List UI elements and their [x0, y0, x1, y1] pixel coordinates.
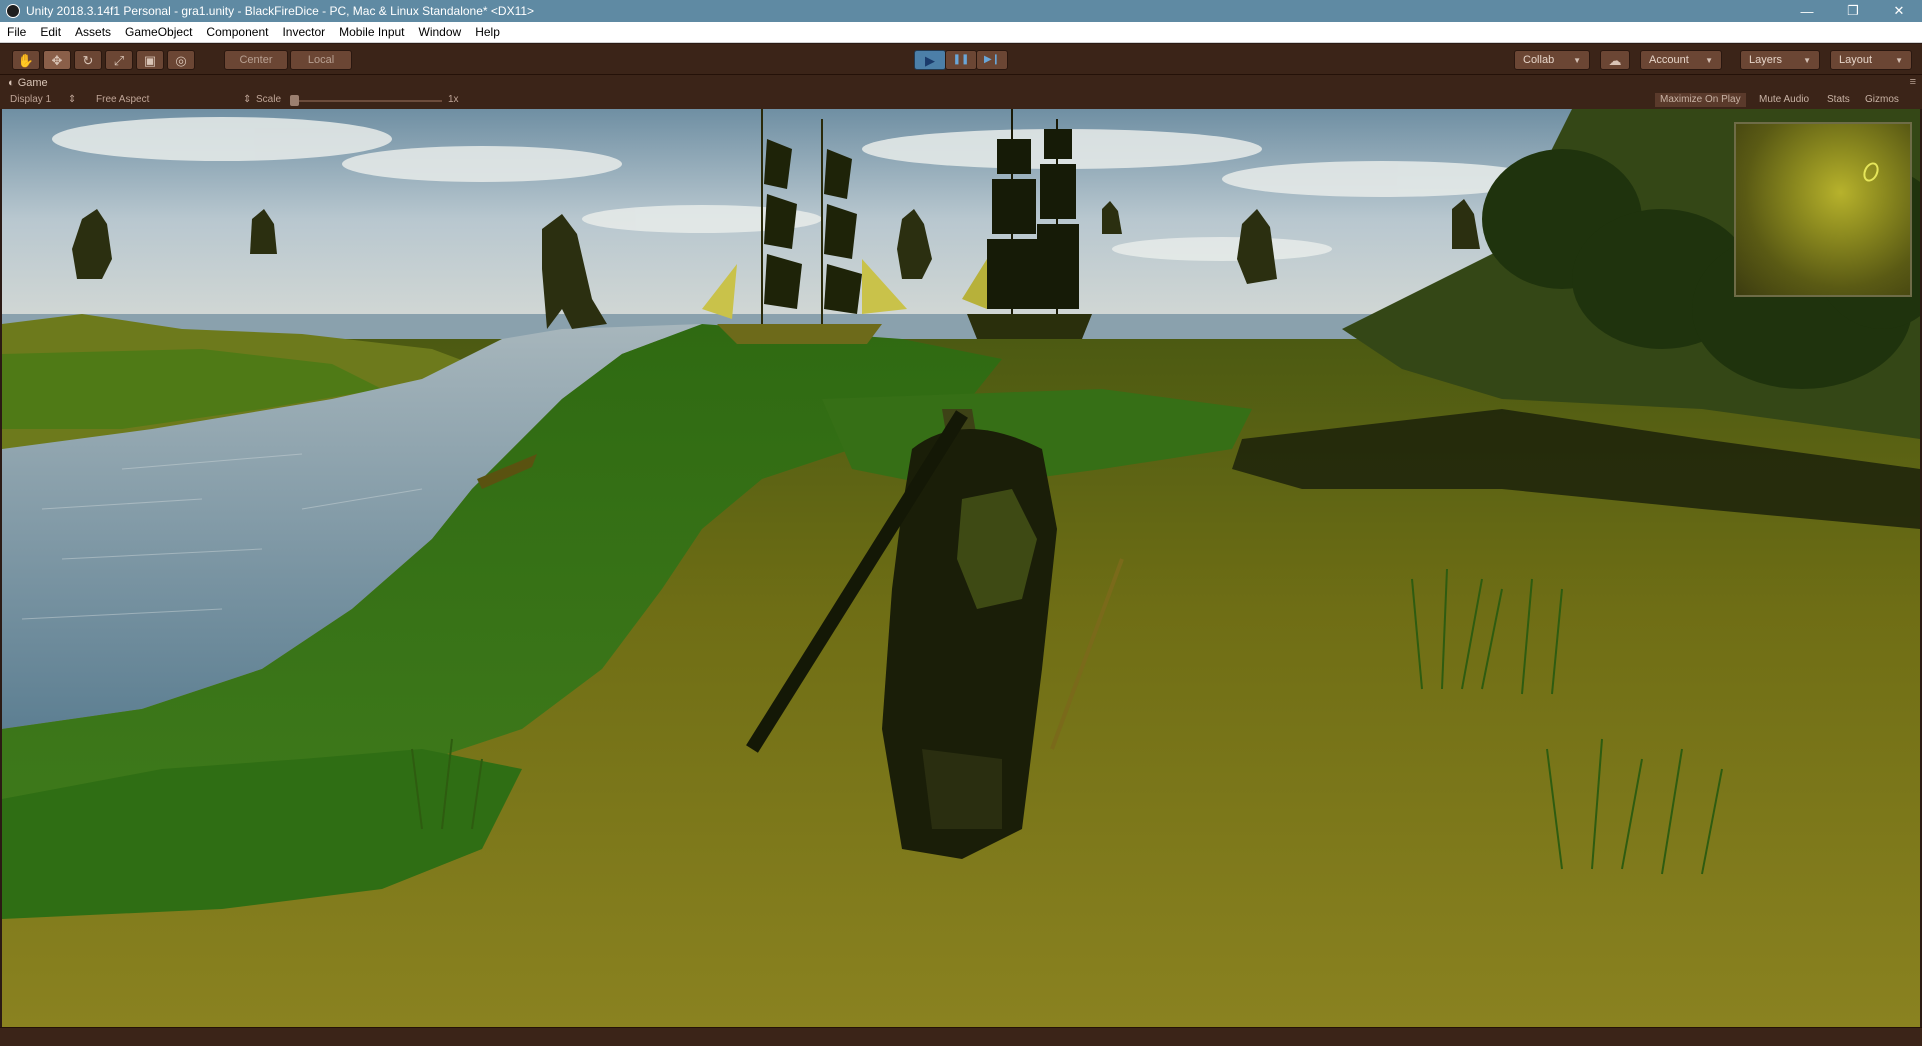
game-tab-label: Game: [17, 77, 48, 89]
rect-icon: ▣: [143, 52, 157, 68]
stats-toggle[interactable]: Stats: [1822, 93, 1855, 107]
chevron-down-icon: ▼: [1803, 55, 1811, 65]
rect-tool-button[interactable]: ▣: [136, 50, 164, 70]
game-tab-bar: ◐ Game ≡: [0, 74, 1922, 92]
chevron-updown-icon: ⇕: [243, 94, 252, 105]
menu-edit[interactable]: Edit: [33, 22, 68, 43]
menu-assets[interactable]: Assets: [68, 22, 118, 43]
layout-dropdown[interactable]: Layout ▼: [1830, 50, 1912, 70]
hand-icon: ✋: [17, 52, 35, 68]
chevron-down-icon: ▼: [1895, 55, 1903, 65]
pivot-rotation-label: Local: [307, 54, 335, 66]
rotate-tool-button[interactable]: ↻: [74, 50, 102, 70]
minimize-button[interactable]: —: [1784, 0, 1830, 22]
unity-logo-icon: [6, 4, 20, 18]
layers-label: Layers: [1749, 54, 1783, 66]
cloud-button[interactable]: ☁: [1600, 50, 1630, 70]
scale-label: Scale: [256, 94, 282, 105]
chevron-down-icon: ▼: [1705, 55, 1713, 65]
cloud-icon: ☁: [1608, 52, 1622, 68]
scale-icon: ⤢: [113, 52, 125, 68]
scale-slider-thumb[interactable]: [290, 95, 299, 106]
menu-gameobject[interactable]: GameObject: [118, 22, 199, 43]
menu-window[interactable]: Window: [412, 22, 469, 43]
game-scene: [2, 109, 1920, 1027]
scale-tool-button[interactable]: ⤢: [105, 50, 133, 70]
menu-mobile-input[interactable]: Mobile Input: [332, 22, 411, 43]
layers-dropdown[interactable]: Layers ▼: [1740, 50, 1820, 70]
aspect-label: Free Aspect: [96, 94, 150, 105]
status-bar: [0, 1027, 1922, 1046]
menu-help[interactable]: Help: [468, 22, 507, 43]
layout-label: Layout: [1839, 54, 1873, 66]
collab-dropdown[interactable]: Collab ▼: [1514, 50, 1590, 70]
transform-icon: ◎: [175, 52, 187, 68]
window-controls: — ❐ ✕: [1784, 0, 1922, 22]
move-tool-button[interactable]: ✥: [43, 50, 71, 70]
mute-audio-toggle[interactable]: Mute Audio: [1754, 93, 1814, 107]
scale-value: 1x: [448, 94, 459, 105]
display-select[interactable]: Display 1 ⇕: [10, 94, 76, 105]
play-button[interactable]: ▶: [914, 50, 946, 70]
maximize-on-play-toggle[interactable]: Maximize On Play: [1655, 93, 1746, 107]
menu-bar: File Edit Assets GameObject Component In…: [0, 22, 1922, 43]
player-marker-icon: [1860, 159, 1882, 185]
pivot-rotation-button[interactable]: Local: [290, 50, 352, 70]
title-bar: Unity 2018.3.14f1 Personal - gra1.unity …: [0, 0, 1922, 22]
restore-button[interactable]: ❐: [1830, 0, 1876, 22]
minimap: [1734, 122, 1912, 297]
play-icon: ▶: [925, 52, 935, 68]
window-title: Unity 2018.3.14f1 Personal - gra1.unity …: [26, 4, 535, 18]
pivot-mode-button[interactable]: Center: [224, 50, 288, 70]
account-dropdown[interactable]: Account ▼: [1640, 50, 1722, 70]
gizmos-dropdown[interactable]: Gizmos: [1860, 93, 1904, 107]
main-toolbar: ✋ ✥ ↻ ⤢ ▣ ◎ Center Local ▶ ❚❚ ▶❙ Collab …: [0, 44, 1922, 74]
chevron-updown-icon: ⇕: [67, 94, 77, 105]
rotate-icon: ↻: [82, 52, 94, 68]
menu-invector[interactable]: Invector: [275, 22, 332, 43]
game-tab[interactable]: ◐ Game: [8, 77, 48, 89]
tab-menu-icon[interactable]: ≡: [1910, 76, 1916, 88]
scale-slider-track[interactable]: [292, 100, 442, 102]
move-icon: ✥: [51, 52, 63, 68]
transform-tool-button[interactable]: ◎: [167, 50, 195, 70]
pause-button[interactable]: ❚❚: [945, 50, 977, 70]
game-controller-icon: ◐: [8, 77, 18, 89]
step-button[interactable]: ▶❙: [976, 50, 1008, 70]
account-label: Account: [1649, 54, 1689, 66]
display-label: Display 1: [10, 94, 52, 105]
step-icon: ▶❙: [983, 54, 1001, 65]
menu-file[interactable]: File: [0, 22, 33, 43]
collab-label: Collab: [1523, 54, 1555, 66]
chevron-down-icon: ▼: [1573, 55, 1581, 65]
close-button[interactable]: ✕: [1876, 0, 1922, 22]
pivot-mode-label: Center: [239, 54, 273, 66]
aspect-select[interactable]: Free Aspect: [96, 94, 149, 105]
game-viewport[interactable]: [2, 109, 1920, 1027]
menu-component[interactable]: Component: [199, 22, 275, 43]
pause-icon: ❚❚: [952, 54, 970, 65]
game-view-controls: Display 1 ⇕ Free Aspect ⇕ Scale 1x Maxim…: [0, 92, 1922, 109]
hand-tool-button[interactable]: ✋: [12, 50, 40, 70]
